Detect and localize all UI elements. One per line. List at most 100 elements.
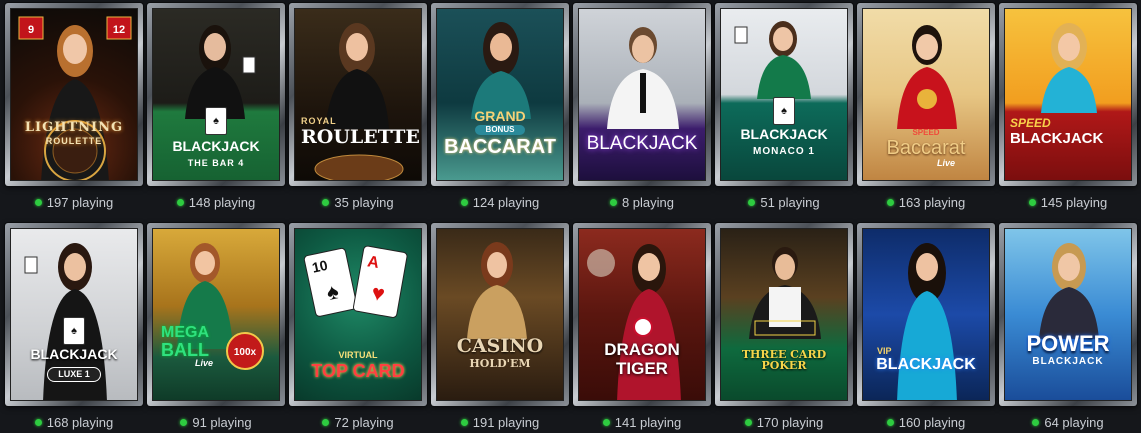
dealer-image xyxy=(467,242,527,339)
online-dot-icon xyxy=(744,419,752,426)
game-thumbnail: GRAND BONUS BACCARAT xyxy=(436,8,564,181)
game-card-blackjack-bar4[interactable]: ♠ BLACKJACK THE BAR 4 xyxy=(147,3,285,186)
player-count: 91 playing xyxy=(147,414,285,432)
game-card-blackjack-luxe[interactable]: ♠ BLACKJACK LUXE 1 xyxy=(5,223,143,406)
dealer-image xyxy=(1039,243,1099,339)
online-dot-icon xyxy=(460,419,468,426)
game-tile-dragon-tiger: DRAGON TIGER 141 playing xyxy=(573,223,711,433)
online-dot-icon xyxy=(886,419,894,426)
game-tile-mega-ball: 100x MEGA BALL Live 91 playing xyxy=(147,223,285,433)
game-thumbnail: DRAGON TIGER xyxy=(578,228,706,401)
game-logo-line2: BLACKJACK xyxy=(1010,130,1104,147)
online-dot-icon xyxy=(34,199,42,206)
game-tile-infinite-blackjack: BLACKJACK 8 playing xyxy=(573,3,711,218)
game-card-casino-holdem[interactable]: CASINO HOLD'EM xyxy=(431,223,569,406)
online-dot-icon xyxy=(460,199,468,206)
game-logo-line2: BONUS xyxy=(475,125,525,135)
game-tile-virtual-top-card: 10 ♠ A ♥ VIRTUAL TOP CARD 72 playing xyxy=(289,223,427,433)
game-logo-line1: LIGHTNING xyxy=(24,120,124,135)
game-logo-line1: BLACKJACK xyxy=(740,126,828,142)
player-count: 141 playing xyxy=(573,414,711,432)
online-dot-icon xyxy=(322,199,330,206)
game-thumbnail: THREE CARD POKER xyxy=(720,228,848,401)
dealer-image xyxy=(897,243,957,400)
game-tile-blackjack-luxe: ♠ BLACKJACK LUXE 1 168 playing xyxy=(5,223,143,433)
game-grid: 9 12 LIGHTNING ROULETTE 197 playing ♠ BL… xyxy=(0,0,1141,433)
game-card-speed-blackjack[interactable]: SPEED BLACKJACK xyxy=(999,3,1137,186)
game-logo-line1: VIRTUAL xyxy=(338,350,378,360)
game-thumbnail: VIP BLACKJACK xyxy=(862,228,990,401)
player-count: 8 playing xyxy=(573,194,711,212)
game-logo-line2: THE BAR 4 xyxy=(187,158,245,168)
game-thumbnail: 10 ♠ A ♥ VIRTUAL TOP CARD xyxy=(294,228,422,401)
game-tile-vip-blackjack: VIP BLACKJACK 160 playing xyxy=(857,223,995,433)
game-thumbnail: ♠ BLACKJACK MONACO 1 xyxy=(720,8,848,181)
game-card-power-blackjack[interactable]: POWER BLACKJACK xyxy=(999,223,1137,406)
game-tile-speed-blackjack: SPEED BLACKJACK 145 playing xyxy=(999,3,1137,218)
game-logo-line2: BALL xyxy=(161,340,209,360)
game-card-three-card-poker[interactable]: THREE CARD POKER xyxy=(715,223,853,406)
game-logo-line1: GRAND xyxy=(474,108,526,124)
game-thumbnail: ♠ BLACKJACK THE BAR 4 xyxy=(152,8,280,181)
svg-text:12: 12 xyxy=(113,24,125,36)
online-dot-icon xyxy=(1028,199,1036,206)
online-dot-icon xyxy=(176,199,184,206)
game-thumbnail: 100x MEGA BALL Live xyxy=(152,228,280,401)
game-logo-line1: DRAGON xyxy=(604,340,680,359)
game-card-virtual-top-card[interactable]: 10 ♠ A ♥ VIRTUAL TOP CARD xyxy=(289,223,427,406)
player-count: 51 playing xyxy=(715,194,853,212)
svg-text:9: 9 xyxy=(28,24,34,36)
online-dot-icon xyxy=(322,419,330,426)
dealer-image xyxy=(314,23,404,180)
game-thumbnail: ♠ BLACKJACK LUXE 1 xyxy=(10,228,138,401)
game-thumbnail: POWER BLACKJACK xyxy=(1004,228,1132,401)
player-count: 145 playing xyxy=(999,194,1137,212)
dealer-image xyxy=(1041,23,1097,113)
game-tile-blackjack-bar4: ♠ BLACKJACK THE BAR 4 148 playing xyxy=(147,3,285,218)
online-dot-icon xyxy=(886,199,894,206)
game-card-speed-baccarat[interactable]: SPEED Baccarat Live xyxy=(857,3,995,186)
game-logo-line3: Live xyxy=(195,358,214,368)
game-card-mega-ball[interactable]: 100x MEGA BALL Live xyxy=(147,223,285,406)
dealer-image xyxy=(749,247,821,339)
game-logo-line2: TOP CARD xyxy=(311,361,405,381)
player-count: 197 playing xyxy=(5,194,143,212)
player-count: 124 playing xyxy=(431,194,569,212)
online-dot-icon xyxy=(1032,419,1040,426)
game-tile-casino-holdem: CASINO HOLD'EM 191 playing xyxy=(431,223,569,433)
game-card-vip-blackjack[interactable]: VIP BLACKJACK xyxy=(857,223,995,406)
game-thumbnail: BLACKJACK xyxy=(578,8,706,181)
game-logo-line1: BLACKJACK xyxy=(172,138,260,154)
online-dot-icon xyxy=(602,419,610,426)
game-logo-line2: MONACO 1 xyxy=(753,146,815,157)
game-tile-three-card-poker: THREE CARD POKER 170 playing xyxy=(715,223,853,433)
player-count: 163 playing xyxy=(857,194,995,212)
game-card-grand-bonus-baccarat[interactable]: GRAND BONUS BACCARAT xyxy=(431,3,569,186)
game-logo-line1: SPEED xyxy=(912,128,940,137)
game-logo-line2: BLACKJACK xyxy=(876,356,976,373)
player-count: 64 playing xyxy=(999,414,1137,432)
game-logo-line1: BLACKJACK xyxy=(586,133,698,154)
game-thumbnail: ROYAL ROULETTE xyxy=(294,8,422,181)
game-card-lightning-roulette[interactable]: 9 12 LIGHTNING ROULETTE xyxy=(5,3,143,186)
game-logo-line2: ROULETTE xyxy=(301,126,420,148)
game-logo-line1: CASINO xyxy=(456,335,544,357)
player-count: 35 playing xyxy=(289,194,427,212)
online-dot-icon xyxy=(34,419,42,426)
game-card-blackjack-monaco[interactable]: ♠ BLACKJACK MONACO 1 xyxy=(715,3,853,186)
game-logo-line3: BACCARAT xyxy=(444,136,556,158)
game-thumbnail: SPEED Baccarat Live xyxy=(862,8,990,181)
game-logo-line2: BLACKJACK xyxy=(1032,356,1104,367)
game-logo-line2: LUXE 1 xyxy=(47,367,101,382)
game-logo-line2: Baccarat xyxy=(886,137,966,159)
online-dot-icon xyxy=(180,419,188,426)
game-tile-royal-roulette: ROYAL ROULETTE 35 playing xyxy=(289,3,427,218)
game-card-royal-roulette[interactable]: ROYAL ROULETTE xyxy=(289,3,427,186)
game-card-dragon-tiger[interactable]: DRAGON TIGER xyxy=(573,223,711,406)
game-card-infinite-blackjack[interactable]: BLACKJACK xyxy=(573,3,711,186)
game-tile-speed-baccarat: SPEED Baccarat Live 163 playing xyxy=(857,3,995,218)
game-logo-line1: VIP xyxy=(877,346,892,356)
dealer-image: 9 12 xyxy=(18,16,132,180)
game-logo-line1: BLACKJACK xyxy=(30,346,118,362)
dealer-image xyxy=(607,27,679,129)
